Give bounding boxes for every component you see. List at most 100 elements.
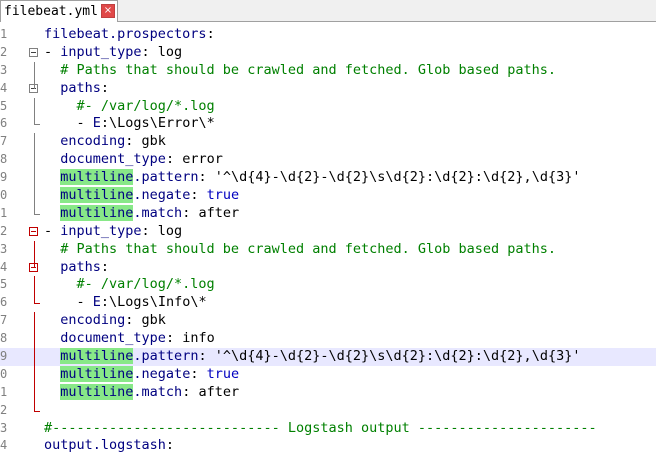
code-line[interactable]: 8 document_type: info xyxy=(0,330,656,349)
line-number: 3 xyxy=(0,241,8,256)
code-text: filebeat.prospectors: xyxy=(44,26,215,42)
code-text: #- /var/log/*.log xyxy=(44,97,215,114)
tab-bar: filebeat.yml × xyxy=(0,0,656,22)
tab-filebeat-yml[interactable]: filebeat.yml × xyxy=(0,0,118,22)
code-line[interactable]: 4 paths: xyxy=(0,79,656,98)
line-number: 3 xyxy=(0,420,8,435)
fold-margin xyxy=(26,348,40,366)
line-number: 9 xyxy=(0,170,8,185)
code-line[interactable]: 3 #---------------------------- Logstash … xyxy=(0,420,656,438)
fold-margin xyxy=(26,420,40,438)
line-number: 6 xyxy=(0,116,8,131)
code-line[interactable]: 1 filebeat.prospectors: xyxy=(0,26,656,44)
line-number: 8 xyxy=(0,152,8,167)
code-line[interactable]: 7 encoding: gbk xyxy=(0,133,656,152)
code-line[interactable]: 1 multiline.match: after xyxy=(0,204,656,223)
code-text: paths: xyxy=(60,79,110,96)
fold-margin xyxy=(26,276,40,295)
line-number: 1 xyxy=(0,205,8,220)
code-text: - E:\Logs\Info\* xyxy=(44,294,207,311)
code-text: multiline.negate: true xyxy=(60,187,240,204)
fold-margin xyxy=(26,258,40,277)
fold-toggle-icon[interactable] xyxy=(29,226,38,236)
code-line[interactable]: 5 #- /var/log/*.log xyxy=(0,276,656,295)
fold-margin xyxy=(26,115,40,133)
code-line[interactable]: 2 xyxy=(0,401,656,420)
code-text: #- /var/log/*.log xyxy=(44,276,215,293)
code-line[interactable]: 9 multiline.pattern: '^\d{4}-\d{2}-\d{2}… xyxy=(0,348,656,366)
fold-margin xyxy=(26,151,40,170)
fold-margin xyxy=(26,294,40,312)
code-text: multiline.match: after xyxy=(60,204,240,221)
code-line[interactable]: 3 # Paths that should be crawled and fet… xyxy=(0,61,656,80)
code-text: encoding: gbk xyxy=(60,133,166,150)
code-editor[interactable]: 1 filebeat.prospectors: 2 - input_type: log… xyxy=(0,26,656,458)
code-text: output.logstash: xyxy=(44,437,175,454)
line-number: 1 xyxy=(0,384,8,399)
code-text: #---------------------------- Logstash o… xyxy=(44,419,597,436)
line-number: 5 xyxy=(0,277,8,292)
line-number: 4 xyxy=(0,438,8,453)
code-line[interactable]: 2 - input_type: log xyxy=(0,223,656,241)
fold-toggle-icon[interactable] xyxy=(29,47,38,57)
line-number: 3 xyxy=(0,62,8,77)
fold-margin xyxy=(26,204,40,223)
code-line[interactable]: 0 multiline.negate: true xyxy=(0,187,656,205)
fold-margin xyxy=(26,61,40,80)
code-line[interactable]: 7 encoding: gbk xyxy=(0,312,656,331)
code-text: document_type: info xyxy=(60,330,215,347)
code-text: # Paths that should be crawled and fetch… xyxy=(44,240,557,257)
line-number: 6 xyxy=(0,295,8,310)
fold-margin xyxy=(26,383,40,402)
tab-label: filebeat.yml xyxy=(4,4,98,19)
fold-margin xyxy=(26,133,40,152)
fold-margin xyxy=(26,26,40,44)
code-line[interactable]: 9 multiline.pattern: '^\d{4}-\d{2}-\d{2}… xyxy=(0,169,656,188)
code-line[interactable]: 6 - E:\Logs\Error\* xyxy=(0,115,656,133)
code-text: multiline.match: after xyxy=(60,383,240,400)
fold-margin xyxy=(26,240,40,259)
code-text: multiline.pattern: '^\d{4}-\d{2}-\d{2}\s… xyxy=(60,348,581,365)
fold-margin xyxy=(26,169,40,188)
fold-margin xyxy=(26,44,40,62)
line-number: 0 xyxy=(0,188,8,203)
code-text: - E:\Logs\Error\* xyxy=(44,115,215,132)
code-line[interactable]: 6 - E:\Logs\Info\* xyxy=(0,294,656,312)
code-line[interactable]: 8 document_type: error xyxy=(0,151,656,170)
code-text: paths: xyxy=(60,258,110,275)
code-text: - input_type: log xyxy=(44,222,183,239)
line-number: 2 xyxy=(0,402,8,417)
code-line[interactable]: 5 #- /var/log/*.log xyxy=(0,97,656,116)
line-number: 0 xyxy=(0,366,8,381)
line-number: 7 xyxy=(0,313,8,328)
line-number: 9 xyxy=(0,349,8,364)
code-text: multiline.negate: true xyxy=(60,365,240,382)
line-number: 7 xyxy=(0,134,8,149)
fold-margin xyxy=(26,437,40,455)
code-text: # Paths that should be crawled and fetch… xyxy=(44,61,557,78)
fold-margin xyxy=(26,97,40,116)
code-line[interactable]: 4 output.logstash: xyxy=(0,437,656,455)
fold-margin xyxy=(26,365,40,384)
fold-margin xyxy=(26,79,40,98)
code-line[interactable]: 2 - input_type: log xyxy=(0,44,656,62)
fold-margin xyxy=(26,223,40,241)
code-line[interactable]: 0 multiline.negate: true xyxy=(0,365,656,384)
line-number: 4 xyxy=(0,80,8,95)
line-number: 5 xyxy=(0,98,8,113)
code-text: encoding: gbk xyxy=(60,312,166,329)
code-line[interactable]: 3 # Paths that should be crawled and fet… xyxy=(0,240,656,259)
close-icon[interactable]: × xyxy=(101,4,115,18)
code-line[interactable]: 1 multiline.match: after xyxy=(0,383,656,402)
fold-margin xyxy=(26,187,40,205)
code-line[interactable]: 4 paths: xyxy=(0,258,656,277)
fold-margin xyxy=(26,330,40,349)
code-text: - input_type: log xyxy=(44,43,183,60)
line-number: 2 xyxy=(0,44,8,59)
code-text: document_type: error xyxy=(60,151,223,168)
line-number: 1 xyxy=(0,27,8,41)
fold-margin xyxy=(26,312,40,331)
line-number: 8 xyxy=(0,331,8,346)
line-number: 2 xyxy=(0,223,8,238)
code-text: multiline.pattern: '^\d{4}-\d{2}-\d{2}\s… xyxy=(60,169,581,186)
